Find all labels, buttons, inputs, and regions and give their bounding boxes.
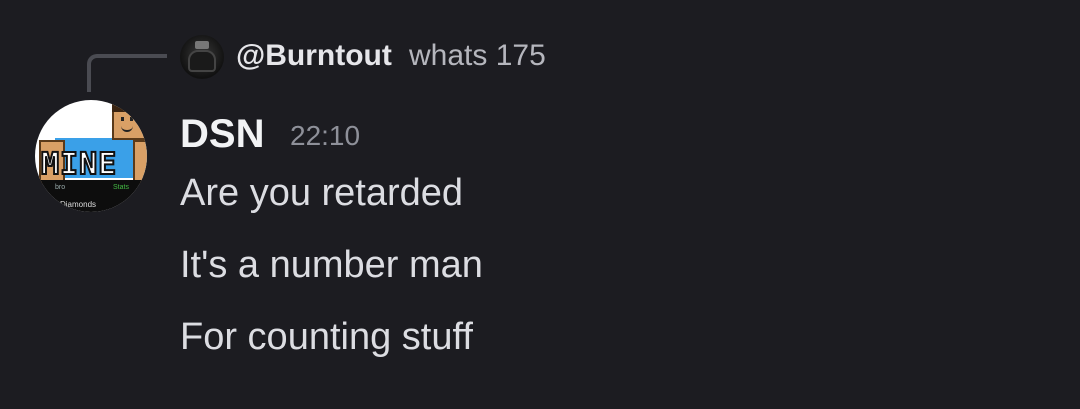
avatar-arm-right (133, 140, 147, 184)
avatar-stat-left: bro (55, 184, 66, 191)
avatar-figure-graphic (188, 50, 216, 72)
chat-message-group: @Burntout whats 175 MINE bro Stats Diamo… (0, 0, 1080, 409)
reply-connector (87, 54, 167, 92)
message-line: For counting stuff (180, 316, 473, 358)
reply-preview-text[interactable]: whats 175 (409, 38, 546, 74)
avatar-face (112, 108, 146, 140)
avatar-banner-text: MINE (40, 147, 118, 182)
message-timestamp: 22:10 (290, 120, 361, 151)
reply-username[interactable]: @Burntout (236, 38, 392, 74)
author-name[interactable]: DSN (180, 112, 264, 156)
avatar-crown-graphic (195, 41, 209, 49)
avatar-stat-right: Stats (113, 184, 129, 191)
reply-user-avatar[interactable] (180, 35, 224, 79)
avatar-eye (130, 117, 133, 121)
author-avatar[interactable]: MINE bro Stats Diamonds (35, 100, 147, 212)
message-line: It's a number man (180, 244, 483, 286)
message-line: Are you retarded (180, 172, 464, 214)
avatar-footer-text: Diamonds (60, 200, 97, 209)
avatar-eye (121, 117, 124, 121)
avatar-hair (112, 104, 146, 112)
